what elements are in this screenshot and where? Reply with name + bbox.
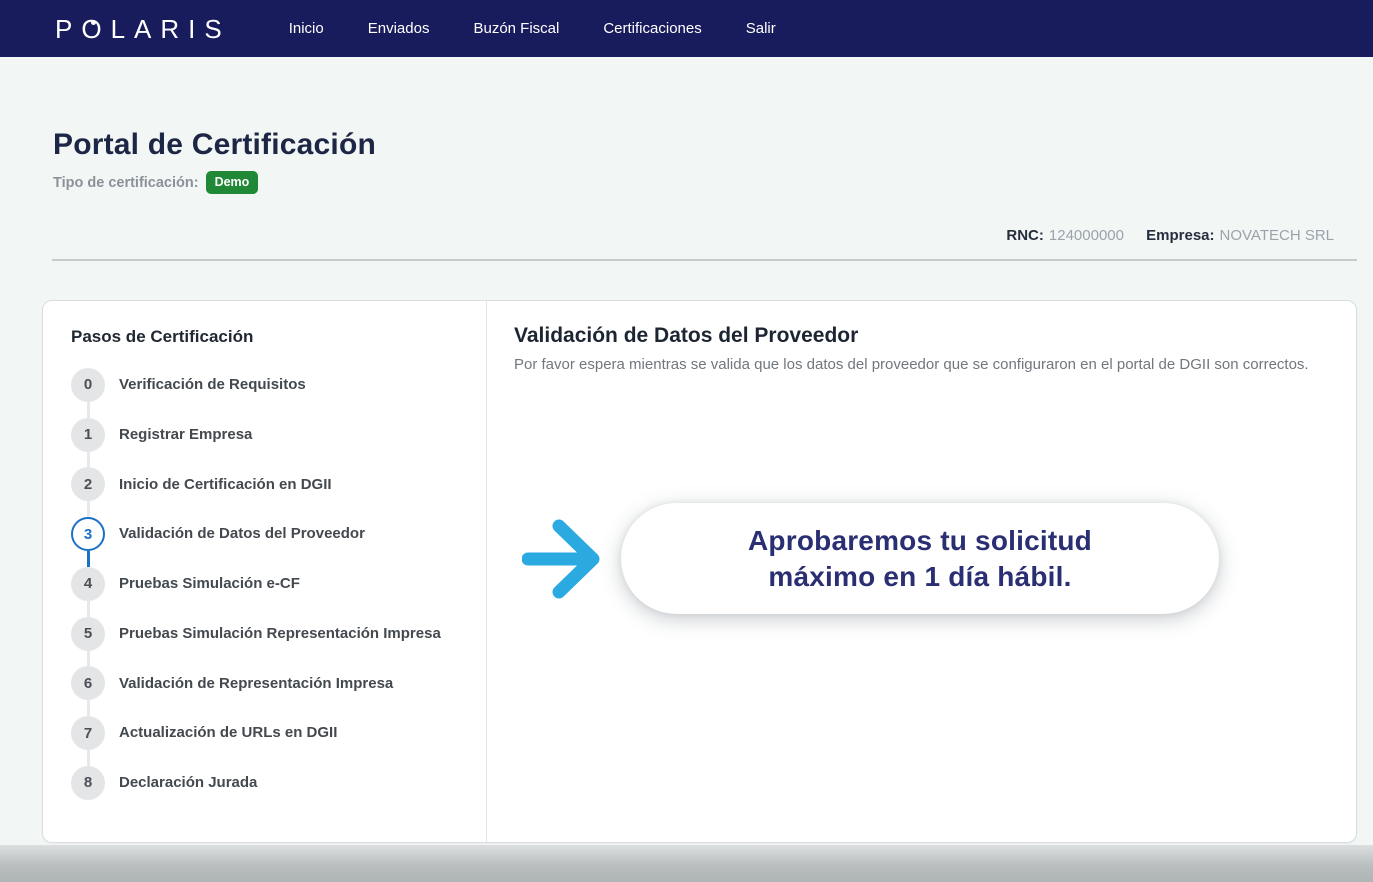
step-number: 2 (71, 467, 105, 501)
cert-type-row: Tipo de certificación: Demo (53, 171, 1357, 194)
brand-text: POLARIS (55, 14, 231, 44)
page-title: Portal de Certificación (53, 128, 1357, 162)
top-navbar: POLARIS Inicio Enviados Buzón Fiscal Cer… (0, 0, 1373, 57)
steps-panel: Pasos de Certificación 0 Verificación de… (43, 301, 486, 842)
step-label: Actualización de URLs en DGII (119, 708, 337, 758)
step-number: 3 (71, 517, 105, 551)
step-item[interactable]: 5 Pruebas Simulación Representación Impr… (71, 609, 466, 659)
step-connector: 8 (71, 758, 105, 808)
rnc-value: 124000000 (1049, 227, 1124, 244)
step-connector: 2 (71, 460, 105, 510)
cert-type-badge: Demo (206, 171, 259, 194)
company-info-row: RNC: 124000000 Empresa: NOVATECH SRL (42, 227, 1357, 244)
step-label: Inicio de Certificación en DGII (119, 460, 332, 510)
approval-line-2: máximo en 1 día hábil. (768, 559, 1071, 595)
content-title: Validación de Datos del Proveedor (514, 324, 1328, 348)
step-number: 0 (71, 368, 105, 402)
step-item[interactable]: 0 Verificación de Requisitos (71, 360, 466, 410)
approval-line-1: Aprobaremos tu solicitud (748, 523, 1092, 559)
step-item[interactable]: 8 Declaración Jurada (71, 758, 466, 808)
rnc-label: RNC: (1006, 227, 1044, 244)
approval-bubble: Aprobaremos tu solicitud máximo en 1 día… (621, 503, 1219, 614)
step-label: Pruebas Simulación e-CF (119, 559, 300, 609)
step-number: 1 (71, 418, 105, 452)
step-number: 6 (71, 666, 105, 700)
step-item[interactable]: 7 Actualización de URLs en DGII (71, 708, 466, 758)
step-item[interactable]: 6 Validación de Representación Impresa (71, 659, 466, 709)
step-label: Verificación de Requisitos (119, 360, 306, 410)
nav-menu: Inicio Enviados Buzón Fiscal Certificaci… (289, 20, 776, 37)
step-label: Declaración Jurada (119, 758, 257, 808)
page-content: Portal de Certificación Tipo de certific… (0, 128, 1373, 843)
cert-type-label: Tipo de certificación: (53, 175, 199, 191)
content-description: Por favor espera mientras se valida que … (514, 355, 1319, 375)
step-label: Pruebas Simulación Representación Impres… (119, 609, 441, 659)
step-label: Registrar Empresa (119, 410, 252, 460)
certification-card: Pasos de Certificación 0 Verificación de… (42, 300, 1357, 843)
approval-callout: Aprobaremos tu solicitud máximo en 1 día… (514, 503, 1328, 614)
nav-item-buzon-fiscal[interactable]: Buzón Fiscal (473, 20, 559, 37)
step-number: 8 (71, 766, 105, 800)
step-connector: 3 (71, 509, 105, 559)
step-connector: 0 (71, 360, 105, 410)
step-item[interactable]: 4 Pruebas Simulación e-CF (71, 559, 466, 609)
step-label: Validación de Datos del Proveedor (119, 509, 365, 559)
steps-list: 0 Verificación de Requisitos 1 Registrar… (71, 360, 466, 808)
nav-item-salir[interactable]: Salir (746, 20, 776, 37)
nav-item-certificaciones[interactable]: Certificaciones (603, 20, 701, 37)
company-label: Empresa: (1146, 227, 1214, 244)
step-number: 4 (71, 567, 105, 601)
nav-item-inicio[interactable]: Inicio (289, 20, 324, 37)
step-item[interactable]: 1 Registrar Empresa (71, 410, 466, 460)
step-connector: 5 (71, 609, 105, 659)
right-arrow-icon (522, 513, 608, 605)
header-divider (52, 259, 1357, 261)
brand-logo[interactable]: POLARIS (55, 16, 231, 42)
nav-item-enviados[interactable]: Enviados (368, 20, 430, 37)
step-item-active[interactable]: 3 Validación de Datos del Proveedor (71, 509, 466, 559)
company-value: NOVATECH SRL (1220, 227, 1334, 244)
step-connector: 7 (71, 708, 105, 758)
step-item[interactable]: 2 Inicio de Certificación en DGII (71, 460, 466, 510)
step-label: Validación de Representación Impresa (119, 659, 393, 709)
logo-orbit-dot-icon (91, 20, 96, 25)
step-number: 7 (71, 716, 105, 750)
step-content-panel: Validación de Datos del Proveedor Por fa… (486, 301, 1356, 842)
step-number: 5 (71, 617, 105, 651)
bottom-gray-band (0, 845, 1373, 882)
step-connector: 6 (71, 659, 105, 709)
steps-panel-title: Pasos de Certificación (71, 327, 466, 347)
step-connector: 4 (71, 559, 105, 609)
step-connector: 1 (71, 410, 105, 460)
